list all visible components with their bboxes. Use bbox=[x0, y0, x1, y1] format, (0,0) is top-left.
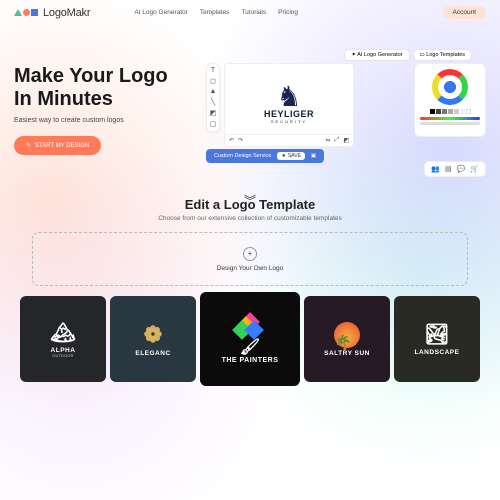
undo-icon[interactable]: ↶ bbox=[229, 137, 234, 144]
draw-tool-icon[interactable]: ╲ bbox=[211, 98, 215, 106]
save-button[interactable]: ★ SAVE bbox=[277, 152, 304, 160]
users-icon[interactable]: 👥 bbox=[431, 165, 440, 173]
template-alpha[interactable]: 🏔 ALPHA OUTDOOR bbox=[20, 296, 106, 382]
hue-slider[interactable] bbox=[420, 117, 480, 120]
crop-icon[interactable]: ◩ bbox=[343, 137, 349, 144]
canvas-action-bar: ↶ ↷ ⇋ ⤢ ◩ bbox=[224, 134, 354, 147]
layer-icon[interactable]: ▤ bbox=[445, 165, 452, 173]
crop-tool-icon[interactable]: ◩ bbox=[210, 109, 217, 117]
nav-templates[interactable]: Templates bbox=[200, 9, 230, 16]
chat-icon[interactable]: 💬 bbox=[457, 165, 466, 173]
templates-sub: Choose from our extensive collection of … bbox=[32, 215, 468, 222]
redo-icon[interactable]: ↷ bbox=[238, 137, 243, 144]
hero-title-line2: In Minutes bbox=[14, 88, 113, 110]
design-own-label: Design Your Own Logo bbox=[217, 265, 284, 272]
landscape-icon: 🏞 bbox=[424, 322, 449, 347]
template-elegance[interactable]: ❁ ELEGANC bbox=[110, 296, 196, 382]
plus-icon: + bbox=[243, 247, 257, 261]
color-panel bbox=[414, 63, 486, 137]
design-your-own-box[interactable]: + Design Your Own Logo bbox=[32, 232, 468, 286]
cds-label: Custom Design Service bbox=[214, 153, 271, 159]
nav-pricing[interactable]: Pricing bbox=[278, 9, 298, 16]
canvas-logo-tag: SECURITY bbox=[271, 119, 307, 124]
app-tabs: ✦ AI Logo Generator ▭ Logo Templates bbox=[344, 49, 472, 61]
brand-name: LogoMakr bbox=[43, 7, 90, 19]
nav-ai-generator[interactable]: AI Logo Generator bbox=[134, 9, 187, 16]
sparkle-icon: ✦ bbox=[351, 52, 356, 58]
color-wheel[interactable] bbox=[432, 69, 468, 105]
brand-tool-icon[interactable]: ▲ bbox=[210, 88, 217, 95]
mountain-icon: 🏔 bbox=[50, 320, 75, 345]
lion-icon: ♞ bbox=[276, 83, 301, 111]
header: LogoMakr AI Logo Generator Templates Tut… bbox=[0, 0, 500, 25]
template-landscape[interactable]: 🏞 LANDSCAPE bbox=[394, 296, 480, 382]
hero-copy: Make Your Logo In Minutes Easiest way to… bbox=[14, 47, 194, 177]
template-row: 🏔 ALPHA OUTDOOR ❁ ELEGANC 🖌 THE PAINTERS… bbox=[32, 296, 468, 386]
hero-subtitle: Easiest way to create custom logos bbox=[14, 117, 194, 124]
custom-design-bar[interactable]: Custom Design Service ★ SAVE ▣ bbox=[206, 149, 324, 163]
hero-title: Make Your Logo In Minutes bbox=[14, 65, 194, 111]
logo[interactable]: LogoMakr bbox=[14, 7, 90, 19]
cart-icon[interactable]: 🛒 bbox=[470, 165, 479, 173]
template-painters[interactable]: 🖌 THE PAINTERS bbox=[200, 292, 300, 386]
shape-tool-icon[interactable]: ◻ bbox=[210, 77, 216, 85]
canvas-logo-name: HEYLIGER bbox=[264, 109, 314, 119]
app-mock: ✦ AI Logo Generator ▭ Logo Templates T ◻… bbox=[206, 47, 486, 177]
hero: Make Your Logo In Minutes Easiest way to… bbox=[0, 25, 500, 179]
doc-icon: ▭ bbox=[420, 52, 425, 58]
opacity-slider[interactable] bbox=[420, 122, 480, 125]
nav-tutorials[interactable]: Tutorials bbox=[241, 9, 266, 16]
main-nav: AI Logo Generator Templates Tutorials Pr… bbox=[134, 9, 298, 16]
start-my-design-button[interactable]: ✎ START MY DESIGN bbox=[14, 136, 101, 155]
tab-ai-generator[interactable]: ✦ AI Logo Generator bbox=[344, 49, 409, 61]
template-saltry-sun[interactable]: SALTRY SUN bbox=[304, 296, 390, 382]
tab-logo-templates[interactable]: ▭ Logo Templates bbox=[413, 49, 472, 61]
ornament-icon: ❁ bbox=[144, 322, 162, 348]
swatch-row[interactable] bbox=[420, 109, 480, 114]
start-label: START MY DESIGN bbox=[35, 143, 89, 149]
image-tool-icon[interactable]: ▢ bbox=[210, 120, 217, 128]
templates-section: Edit a Logo Template Choose from our ext… bbox=[0, 179, 500, 386]
flip-icon[interactable]: ⇋ bbox=[325, 137, 330, 144]
account-button[interactable]: Account bbox=[443, 6, 487, 19]
canvas[interactable]: ♞ HEYLIGER SECURITY bbox=[224, 63, 354, 143]
text-tool-icon[interactable]: T bbox=[211, 67, 215, 74]
logo-mark-icon bbox=[14, 9, 38, 16]
resize-icon[interactable]: ⤢ bbox=[335, 137, 340, 144]
paint-diamond-icon bbox=[235, 315, 265, 341]
tool-column: T ◻ ▲ ╲ ◩ ▢ bbox=[206, 63, 220, 132]
sunset-icon bbox=[334, 322, 360, 348]
scroll-down-icon[interactable]: ︾ bbox=[244, 192, 256, 209]
hero-title-line1: Make Your Logo bbox=[14, 65, 168, 87]
fullscreen-icon[interactable]: ▣ bbox=[311, 153, 316, 159]
mini-toolbar: 👥 ▤ 💬 🛒 bbox=[424, 161, 486, 177]
pencil-icon: ✎ bbox=[26, 142, 31, 149]
